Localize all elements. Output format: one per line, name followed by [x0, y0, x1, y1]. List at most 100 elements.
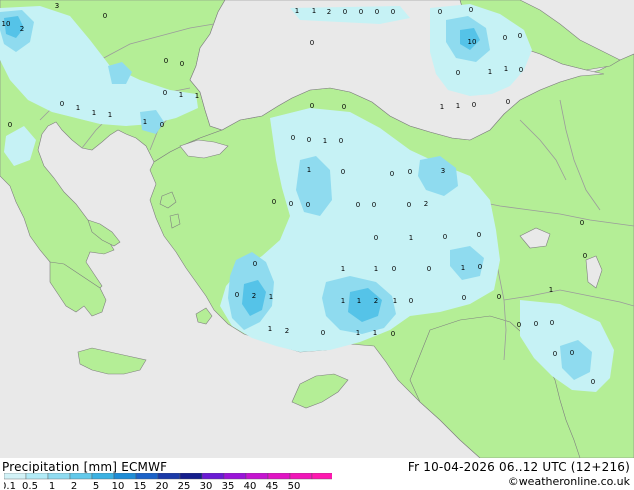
color-scale-swatch: [179, 473, 203, 480]
value-label: 1: [76, 104, 80, 112]
map-view: 3 0 10 2 1 1 2 0 0 0 0 0 0 10 0 0 0 0 0 0 1 1 0 0 1 1 0 1 1 1 1 0 0 0 0 1 1 0…: [0, 0, 634, 490]
legend-title-text: Precipitation [mm]: [2, 460, 118, 474]
value-label: 1: [409, 234, 413, 242]
color-scale-swatch: [267, 473, 291, 480]
precipitation-map: 301021 1 2 0 0 0 0 0 010 0 000 00 1 1 00 1 10 11 11 000 0 1 1 0…: [0, 0, 634, 458]
value-label: 0: [534, 320, 538, 328]
color-scale-label: 35: [222, 481, 235, 490]
value-label: 0: [427, 265, 431, 273]
legend-model-text: ECMWF: [121, 460, 168, 474]
value-label: 0: [60, 100, 64, 108]
value-label: 0: [469, 6, 473, 14]
color-scale-swatch: [4, 473, 27, 480]
value-label: 1: [341, 297, 345, 305]
color-scale-label: 10: [112, 481, 125, 490]
value-label: 0: [391, 330, 395, 338]
value-label: 1: [504, 65, 508, 73]
color-scale-swatch: [289, 473, 313, 480]
value-label: 0: [506, 98, 510, 106]
value-label: 0: [235, 291, 239, 299]
value-label: 0: [372, 201, 376, 209]
color-scale-swatch: [91, 473, 115, 480]
value-label: 1: [269, 293, 273, 301]
value-label: 0: [462, 294, 466, 302]
value-label: 0: [583, 252, 587, 260]
value-label: 0: [456, 69, 460, 77]
value-label: 1: [312, 7, 316, 15]
value-label: 0: [8, 121, 12, 129]
value-label: 1: [295, 7, 299, 15]
value-label: 1: [195, 92, 199, 100]
color-scale-swatch: [245, 473, 269, 480]
credit-text: ©weatheronline.co.uk: [507, 475, 630, 488]
value-label: 2: [285, 327, 289, 335]
value-label: 0: [289, 200, 293, 208]
color-scale-label: 25: [178, 481, 191, 490]
value-label: 1: [268, 325, 272, 333]
value-label: 0: [438, 8, 442, 16]
color-scale-label: 40: [244, 481, 257, 490]
value-label: 1: [92, 109, 96, 117]
value-label: 0: [519, 66, 523, 74]
value-label: 0: [339, 137, 343, 145]
value-label: 2: [20, 25, 24, 33]
value-label: 0: [356, 201, 360, 209]
color-scale-swatch: [47, 473, 71, 480]
value-label: 0: [391, 8, 395, 16]
value-label: 0: [517, 321, 521, 329]
value-label: 0: [310, 102, 314, 110]
value-label: 10: [468, 38, 477, 46]
value-label: 2: [327, 8, 331, 16]
color-scale-label: 20: [156, 481, 169, 490]
value-label: 1: [549, 286, 553, 294]
value-label: 0: [164, 57, 168, 65]
value-label: 0: [550, 319, 554, 327]
color-scale-label: 15: [134, 481, 147, 490]
color-scale-label: 30: [200, 481, 213, 490]
value-label: 0: [478, 263, 482, 271]
value-label: 2: [252, 292, 256, 300]
value-label: 1: [108, 111, 112, 119]
color-scale-label: 0.1: [4, 481, 16, 490]
value-label: 1: [373, 329, 377, 337]
value-label: 1: [374, 265, 378, 273]
value-label: 0: [409, 297, 413, 305]
value-label: 0: [408, 168, 412, 176]
value-label: 0: [477, 231, 481, 239]
value-label: 2: [424, 200, 428, 208]
value-label: 0: [580, 219, 584, 227]
color-scale-label: 2: [71, 481, 77, 490]
value-label: 0: [407, 201, 411, 209]
value-label: 0: [553, 350, 557, 358]
value-label: 0: [374, 234, 378, 242]
color-scale-swatch: [157, 473, 181, 480]
value-label: 1: [461, 264, 465, 272]
color-scale-arrow: [330, 473, 332, 479]
legend-title: Precipitation [mm] ECMWF: [2, 460, 167, 474]
value-label: 1: [393, 297, 397, 305]
value-label: 1: [179, 91, 183, 99]
value-label: 0: [392, 265, 396, 273]
value-label: 0: [306, 201, 310, 209]
value-label: 0: [321, 329, 325, 337]
value-label: 0: [443, 233, 447, 241]
value-label: 0: [375, 8, 379, 16]
color-scale-swatch: [25, 473, 49, 480]
value-label: 3: [55, 2, 59, 10]
value-label: 0: [341, 168, 345, 176]
color-scale-label: 1: [49, 481, 55, 490]
value-label: 1: [307, 166, 311, 174]
color-scale-swatch: [311, 473, 332, 480]
value-label: 0: [180, 60, 184, 68]
color-scale-label: 0.5: [22, 481, 38, 490]
color-scale-swatch: [223, 473, 247, 480]
color-scale-swatch: [135, 473, 159, 480]
color-scale: 0.10.5125101520253035404550: [4, 473, 332, 490]
value-label: 0: [342, 103, 346, 111]
legend-bar: Precipitation [mm] ECMWF Fr 10-04-2026 0…: [0, 458, 634, 490]
value-label: 0: [103, 12, 107, 20]
value-label: 0: [253, 260, 257, 268]
value-label: 1: [488, 68, 492, 76]
color-scale-label: 45: [266, 481, 279, 490]
value-label: 2: [374, 297, 378, 305]
